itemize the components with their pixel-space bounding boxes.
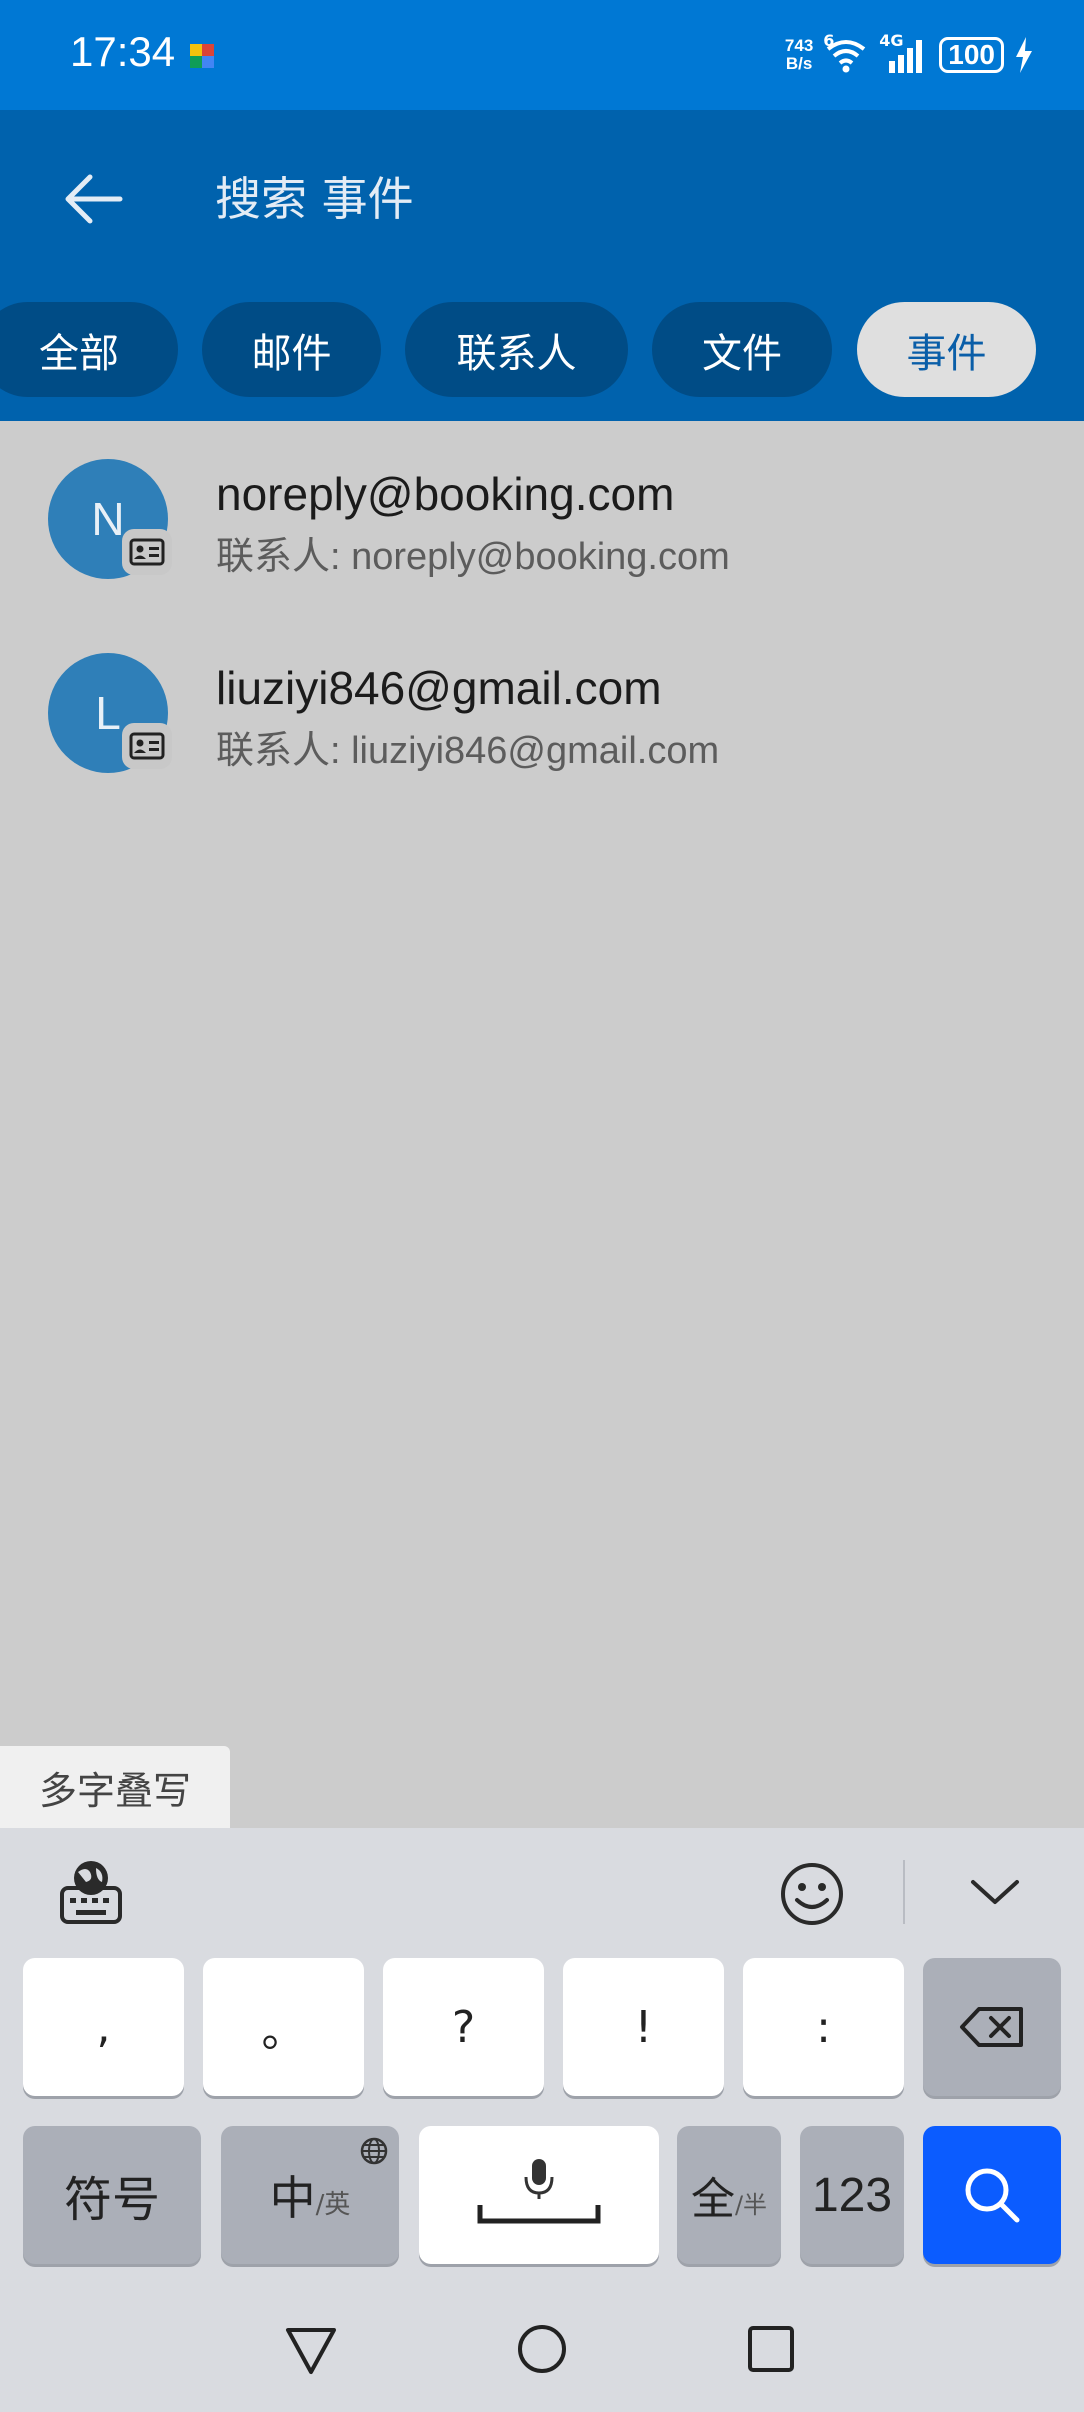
key-colon[interactable]: : — [743, 1958, 904, 2096]
app-bar: 搜索 事件 全部 邮件 联系人 文件 事件 — [0, 110, 1084, 421]
space-key[interactable] — [419, 2126, 659, 2264]
search-field[interactable]: 搜索 事件 — [215, 164, 414, 234]
emoji-icon[interactable] — [778, 1860, 846, 1928]
key-comma[interactable]: , — [23, 1958, 184, 2096]
battery-icon: 100 — [939, 37, 1004, 73]
search-key[interactable] — [923, 2126, 1061, 2264]
microphone-icon — [477, 2159, 601, 2224]
chip-files[interactable]: 文件 — [652, 302, 832, 397]
key-question[interactable]: ? — [383, 1958, 544, 2096]
globe-icon — [360, 2137, 388, 2165]
toolbar-divider — [903, 1860, 905, 1924]
result-subtitle: 联系人: noreply@booking.com — [216, 536, 730, 578]
key-period[interactable]: 。 — [203, 1958, 364, 2096]
keyboard-globe-icon[interactable] — [56, 1858, 126, 1928]
search-icon — [965, 2168, 1020, 2223]
key-exclamation[interactable]: ! — [563, 1958, 724, 2096]
result-title: liuziyi846@gmail.com — [216, 662, 662, 714]
chip-contacts[interactable]: 联系人 — [405, 302, 628, 397]
language-key[interactable]: 中 /英 — [221, 2126, 399, 2264]
keyboard-toolbar — [0, 1828, 1084, 1948]
fullwidth-sub-label: /半 — [734, 2190, 768, 2219]
wifi-icon: 6 — [823, 31, 869, 75]
result-title: noreply@booking.com — [216, 468, 675, 520]
chip-mail[interactable]: 邮件 — [202, 302, 381, 397]
handwriting-mode-tab[interactable]: 多字叠写 — [0, 1746, 230, 1828]
app-notification-icon — [190, 44, 214, 68]
recents-square-icon[interactable] — [742, 2320, 800, 2378]
arrow-left-icon[interactable] — [60, 164, 130, 234]
network-speed: 743 B/s — [785, 37, 813, 73]
language-sub-label: /英 — [315, 2189, 351, 2220]
network-speed-unit: B/s — [785, 54, 813, 73]
backspace-key[interactable] — [923, 1958, 1061, 2096]
back-triangle-icon[interactable] — [282, 2320, 340, 2378]
charging-icon — [1016, 37, 1032, 73]
status-time: 17:34 — [70, 28, 176, 75]
chip-events[interactable]: 事件 — [857, 302, 1036, 397]
symbols-key[interactable]: 符号 — [23, 2126, 201, 2264]
status-bar: 17:34 743 B/s 6 4G 100 — [0, 0, 1084, 110]
chip-all[interactable]: 全部 — [0, 302, 178, 397]
backspace-icon — [960, 2007, 1023, 2047]
collapse-keyboard-icon[interactable] — [965, 1872, 1025, 1912]
fullwidth-main-label: 全 — [690, 2174, 735, 2225]
result-row[interactable]: N noreply@booking.com 联系人: noreply@booki… — [0, 421, 1084, 611]
signal-icon: 4G — [879, 31, 929, 75]
filter-chips: 全部 邮件 联系人 文件 事件 — [0, 302, 1084, 397]
contact-card-icon — [122, 529, 172, 575]
home-circle-icon[interactable] — [513, 2320, 571, 2378]
signal-type: 4G — [879, 31, 904, 50]
result-row[interactable]: L liuziyi846@gmail.com 联系人: liuziyi846@g… — [0, 615, 1084, 805]
contact-card-icon — [122, 723, 172, 769]
wifi-generation: 6 — [823, 31, 835, 50]
network-speed-value: 743 — [784, 36, 814, 55]
system-nav-bar — [0, 2296, 1084, 2412]
fullwidth-key[interactable]: 全 /半 — [677, 2126, 781, 2264]
result-subtitle: 联系人: liuziyi846@gmail.com — [216, 730, 720, 772]
language-main-label: 中 — [269, 2171, 316, 2225]
numbers-key[interactable]: 123 — [800, 2126, 904, 2264]
